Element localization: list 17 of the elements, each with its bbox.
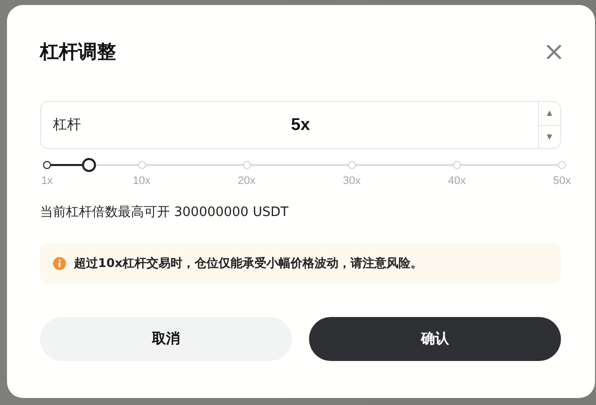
slider-mark[interactable]: [43, 161, 51, 169]
close-icon[interactable]: [546, 44, 562, 60]
slider-label: 1x: [41, 175, 53, 187]
field-value: 5x: [291, 115, 310, 135]
slider-thumb[interactable]: [82, 158, 96, 172]
slider-label: 40x: [448, 175, 466, 187]
slider-label: 20x: [238, 175, 256, 187]
warning-text: 超过10x杠杆交易时，仓位仅能承受小幅价格波动，请注意风险。: [74, 255, 422, 272]
slider-label: 30x: [342, 175, 361, 187]
field-label: 杠杆: [53, 116, 81, 134]
dialog-title: 杠杆调整: [40, 40, 116, 65]
max-position-text: 当前杠杆倍数最高可开 300000000 USDT: [40, 204, 290, 221]
cancel-button[interactable]: 取消: [40, 317, 292, 361]
info-icon: [53, 257, 66, 270]
slider-label: 50x: [553, 175, 571, 187]
confirm-button[interactable]: 确认: [309, 317, 561, 361]
slider-label: 10x: [132, 175, 150, 187]
